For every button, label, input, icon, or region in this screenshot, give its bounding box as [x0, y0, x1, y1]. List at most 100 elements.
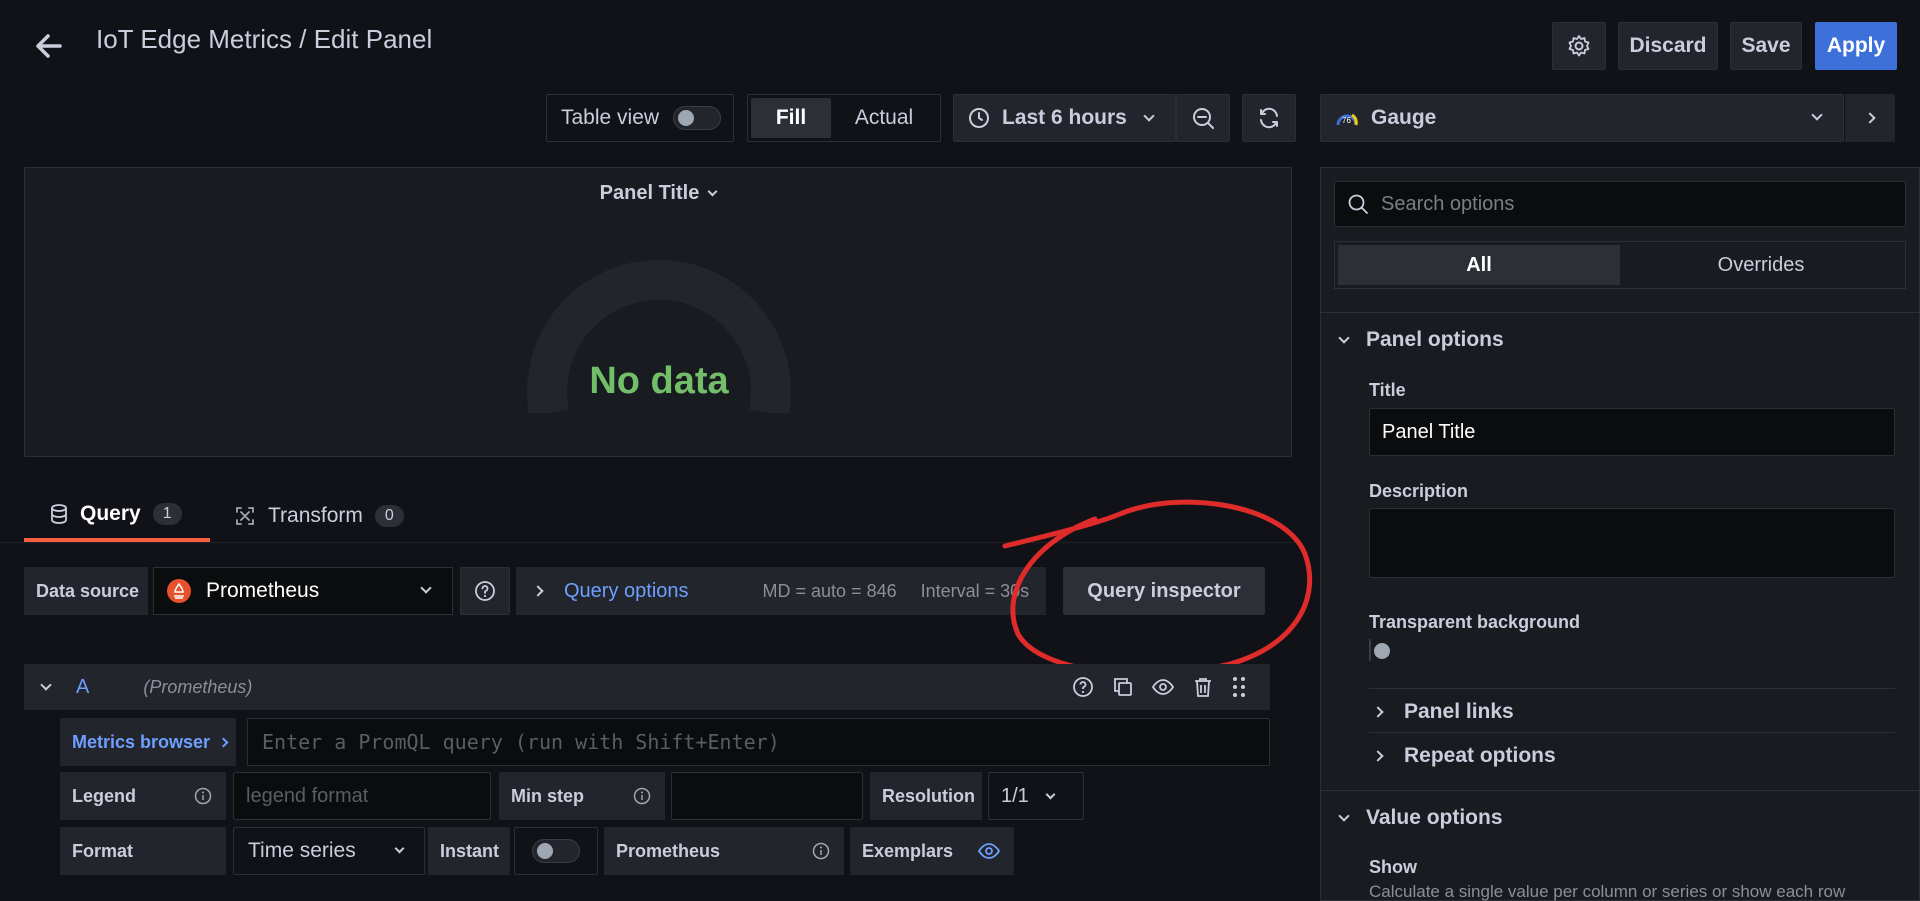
chevron-right-icon — [1372, 750, 1384, 762]
instant-label: Instant — [428, 827, 510, 875]
tab-transform[interactable]: Transform 0 — [234, 490, 434, 542]
fill-button[interactable]: Fill — [751, 98, 831, 138]
tab-query-label: Query — [80, 502, 141, 525]
discard-button[interactable]: Discard — [1618, 22, 1718, 70]
options-divider — [1321, 790, 1919, 791]
instant-switch[interactable] — [532, 839, 580, 863]
data-source-picker[interactable]: Prometheus — [153, 567, 453, 615]
exemplars-label-cell: Exemplars — [850, 827, 1014, 875]
visualization-picker[interactable]: 76 Gauge — [1320, 94, 1844, 142]
page-title: IoT Edge Metrics / Edit Panel — [96, 24, 433, 54]
table-view-switch[interactable] — [673, 106, 722, 130]
panel-options-label: Panel options — [1366, 328, 1504, 351]
chevron-down-icon — [394, 843, 405, 854]
data-source-help-button[interactable] — [460, 567, 510, 615]
tab-query[interactable]: Query 1 — [24, 490, 210, 542]
md-text: MD = auto = 846 — [762, 580, 897, 601]
query-options-bar[interactable]: Query options MD = auto = 846 Interval =… — [516, 567, 1046, 615]
table-view-toggle-group[interactable]: Table view — [546, 94, 734, 142]
chevron-right-icon — [218, 737, 229, 747]
annotation-red-circle — [1002, 499, 1313, 677]
legend-format-input[interactable]: legend format — [233, 772, 491, 820]
transparent-background-switch[interactable] — [1369, 639, 1371, 661]
metrics-browser-button[interactable]: Metrics browser — [60, 718, 236, 766]
query-row-actions — [1072, 670, 1262, 704]
toggle-options-pane-button[interactable] — [1845, 94, 1895, 142]
resolution-select[interactable]: 1/1 — [988, 772, 1084, 820]
description-field-label: Description — [1369, 481, 1469, 501]
trash-icon[interactable] — [1192, 676, 1214, 698]
panel-preview: Panel Title No data — [24, 167, 1292, 457]
table-view-label: Table view — [561, 106, 660, 129]
dashboard-settings-button[interactable] — [1552, 22, 1606, 70]
prometheus-type-label: Prometheus — [616, 840, 721, 861]
eye-icon[interactable] — [1152, 676, 1174, 698]
data-source-label: Data source — [24, 567, 148, 615]
help-icon — [475, 581, 495, 601]
transform-icon — [236, 507, 254, 525]
search-placeholder: Search options — [1381, 192, 1515, 215]
save-button[interactable]: Save — [1730, 22, 1802, 70]
title-field-label: Title — [1369, 380, 1406, 400]
tab-query-count: 1 — [152, 503, 182, 525]
fill-actual-group: Fill Actual — [747, 94, 941, 142]
prometheus-type-label-cell: Prometheus — [604, 827, 844, 875]
tab-transform-count: 0 — [374, 505, 404, 527]
show-description: Calculate a single value per column or s… — [1369, 882, 1846, 901]
search-options-input[interactable]: Search options — [1334, 181, 1906, 227]
value-options-header[interactable]: Value options — [1338, 806, 1503, 830]
info-icon[interactable] — [812, 842, 830, 860]
info-icon[interactable] — [194, 787, 212, 805]
chevron-down-icon — [1811, 109, 1823, 121]
visualization-label: Gauge — [1371, 106, 1437, 129]
refresh-button[interactable] — [1242, 94, 1296, 142]
duplicate-icon[interactable] — [1112, 676, 1134, 698]
format-select[interactable]: Time series — [233, 827, 425, 875]
legend-placeholder: legend format — [246, 784, 369, 807]
min-step-input[interactable] — [671, 772, 863, 820]
chevron-right-icon — [532, 585, 544, 597]
min-step-label-cell: Min step — [499, 772, 665, 820]
gauge-icon: 76 — [1335, 107, 1359, 129]
resolution-label: Resolution — [870, 772, 982, 820]
help-icon[interactable] — [1072, 676, 1094, 698]
actual-button[interactable]: Actual — [831, 98, 937, 138]
clock-icon — [969, 108, 989, 128]
refresh-icon — [1260, 107, 1278, 129]
options-divider — [1321, 312, 1919, 313]
value-options-label: Value options — [1366, 806, 1503, 829]
show-field-label: Show — [1369, 857, 1417, 877]
chevron-down-icon — [1045, 789, 1056, 799]
query-options-label[interactable]: Query options — [564, 580, 689, 603]
legend-label-cell: Legend — [60, 772, 226, 820]
resolution-value: 1/1 — [1001, 784, 1029, 807]
promql-placeholder: Enter a PromQL query (run with Shift+Ent… — [262, 730, 780, 754]
tab-all[interactable]: All — [1338, 245, 1620, 285]
format-label: Format — [60, 827, 226, 875]
transparent-background-label: Transparent background — [1369, 612, 1581, 632]
description-textarea[interactable] — [1369, 508, 1895, 578]
repeat-options-section[interactable]: Repeat options — [1372, 744, 1556, 768]
tab-overrides[interactable]: Overrides — [1620, 245, 1902, 285]
title-input[interactable]: Panel Title — [1369, 408, 1895, 456]
panel-title-menu[interactable]: Panel Title — [25, 182, 1291, 205]
apply-button[interactable]: Apply — [1815, 22, 1897, 70]
panel-links-section[interactable]: Panel links — [1372, 700, 1514, 724]
legend-label: Legend — [72, 785, 137, 806]
zoom-out-button[interactable] — [1176, 94, 1230, 142]
back-arrow-icon[interactable] — [30, 28, 66, 64]
chevron-right-icon — [1372, 706, 1384, 718]
info-icon[interactable] — [633, 787, 651, 805]
drag-handle-icon[interactable] — [1232, 676, 1246, 698]
chevron-down-icon — [1338, 810, 1350, 822]
query-ref-id[interactable]: A — [76, 676, 89, 699]
format-value: Time series — [248, 839, 356, 862]
promql-query-input[interactable]: Enter a PromQL query (run with Shift+Ent… — [247, 718, 1270, 766]
panel-options-header[interactable]: Panel options — [1338, 328, 1504, 352]
options-divider — [1369, 732, 1895, 733]
time-range-picker[interactable]: Last 6 hours — [953, 94, 1176, 142]
eye-icon[interactable] — [978, 842, 1000, 860]
collapse-chevron-icon[interactable] — [40, 679, 52, 691]
query-datasource-name: (Prometheus) — [143, 676, 253, 697]
panel-title: Panel Title — [599, 182, 700, 204]
